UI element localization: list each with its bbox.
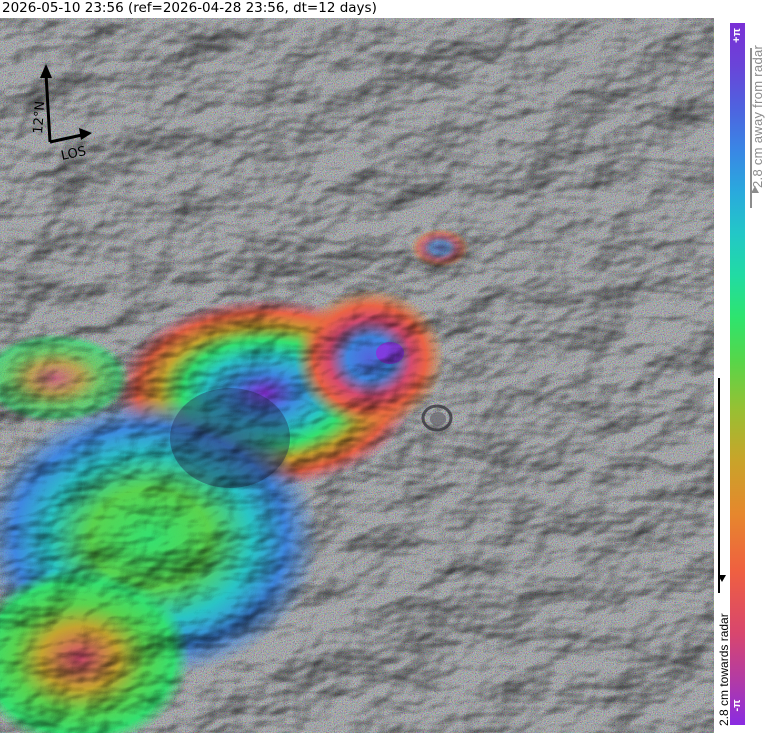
towards-radar-label: 2.8 cm towards radar (717, 613, 731, 726)
phase-colorbar (730, 23, 745, 725)
north-label: 12°N (31, 101, 48, 135)
away-from-radar-label: 2.8 cm away from radar (750, 44, 765, 188)
towards-indicator-line (718, 378, 720, 593)
towards-arrow-icon (718, 575, 726, 582)
colorbar-min-label: -π (731, 699, 743, 712)
north-los-indicator: 12°N LOS (16, 60, 106, 170)
los-arrow-icon (49, 128, 92, 144)
hillshade-layer (0, 18, 714, 733)
image-title: 2026-05-10 23:56 (ref=2026-04-28 23:56, … (2, 0, 377, 16)
colorbar-max-label: +π (731, 28, 743, 43)
interferogram-map[interactable]: 12°N LOS (0, 18, 714, 733)
los-label: LOS (60, 144, 88, 164)
